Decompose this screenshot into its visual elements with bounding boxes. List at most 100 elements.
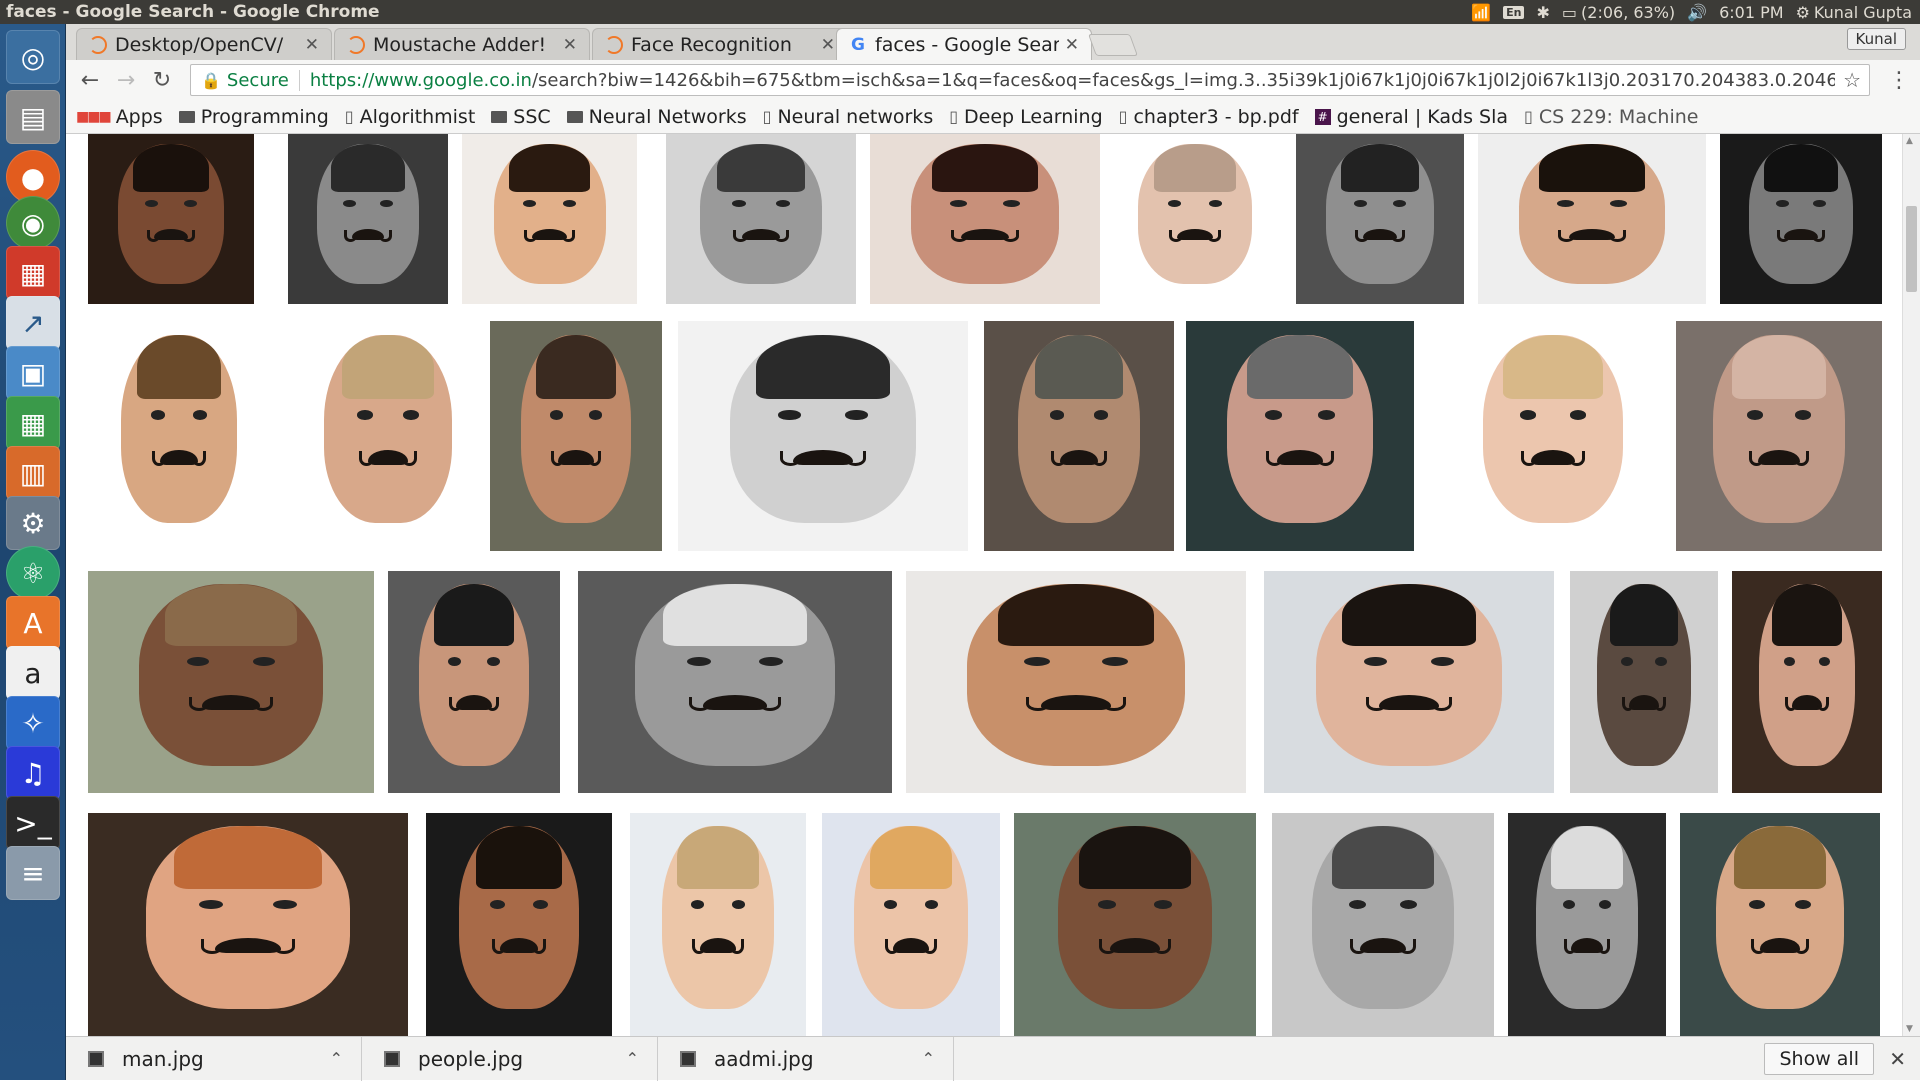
image-result-thumbnail[interactable]: [88, 813, 408, 1036]
system-monitor-icon[interactable]: ↗: [6, 296, 60, 350]
bluetooth-icon[interactable]: ✱: [1536, 3, 1549, 22]
image-result-thumbnail[interactable]: [1478, 134, 1706, 304]
settings-icon[interactable]: ⚙: [6, 496, 60, 550]
image-result-thumbnail[interactable]: [426, 813, 612, 1036]
close-icon[interactable]: ✕: [1065, 35, 1079, 55]
app-store-icon[interactable]: A: [6, 596, 60, 650]
download-item[interactable]: man.jpg ⌃: [66, 1036, 362, 1081]
audacity-icon[interactable]: ♫: [6, 746, 60, 800]
image-result-thumbnail[interactable]: [88, 321, 270, 551]
image-result-thumbnail[interactable]: [88, 134, 254, 304]
reload-button[interactable]: ↻: [144, 62, 180, 98]
bookmark-programming[interactable]: Programming: [178, 106, 329, 128]
mustache-overlay: [1622, 695, 1667, 711]
image-result-thumbnail[interactable]: [1106, 134, 1284, 304]
menu-icon[interactable]: ⋮: [1888, 68, 1910, 93]
bookmark-cs229[interactable]: ▯ CS 229: Machine: [1524, 106, 1698, 128]
clock[interactable]: 6:01 PM: [1719, 3, 1783, 22]
image-result-thumbnail[interactable]: [906, 571, 1246, 793]
image-result-thumbnail[interactable]: [1264, 571, 1554, 793]
bookmark-chapter3-pdf[interactable]: ▯ chapter3 - bp.pdf: [1119, 106, 1299, 128]
bookmark-apps[interactable]: ■■■ Apps: [76, 106, 163, 128]
image-result-thumbnail[interactable]: [1014, 813, 1256, 1036]
tab-google-search[interactable]: G faces - Google Sear ✕: [836, 28, 1092, 60]
tab-opencv[interactable]: Desktop/OpenCV/ ✕: [76, 28, 332, 60]
software-tiles-icon[interactable]: ▦: [6, 246, 60, 300]
chevron-up-icon[interactable]: ⌃: [922, 1049, 935, 1068]
download-item[interactable]: people.jpg ⌃: [362, 1036, 658, 1081]
image-result-thumbnail[interactable]: [462, 134, 637, 304]
close-icon[interactable]: ✕: [305, 35, 319, 55]
face-shape: [1018, 334, 1140, 524]
forward-button[interactable]: →: [108, 62, 144, 98]
chevron-up-icon[interactable]: ⌃: [330, 1049, 343, 1068]
bookmark-neural-networks-page[interactable]: ▯ Neural networks: [763, 106, 934, 128]
bookmark-deep-learning[interactable]: ▯ Deep Learning: [949, 106, 1102, 128]
download-item[interactable]: aadmi.jpg ⌃: [658, 1036, 954, 1081]
close-icon[interactable]: ✕: [1889, 1047, 1906, 1071]
bookmark-slack-general[interactable]: # general | Kads Sla: [1314, 106, 1508, 128]
image-result-thumbnail[interactable]: [1296, 134, 1464, 304]
files-icon[interactable]: ▤: [6, 90, 60, 144]
image-result-thumbnail[interactable]: [984, 321, 1174, 551]
presentation-icon[interactable]: ▥: [6, 446, 60, 500]
profile-button[interactable]: Kunal: [1846, 28, 1906, 50]
tab-face-recognition[interactable]: Face Recognition ✕: [592, 28, 848, 60]
image-result-thumbnail[interactable]: [288, 134, 448, 304]
image-result-thumbnail[interactable]: [678, 321, 968, 551]
image-result-thumbnail[interactable]: [1272, 813, 1494, 1036]
show-all-button[interactable]: Show all: [1764, 1043, 1874, 1075]
terminal-icon[interactable]: >_: [6, 796, 60, 850]
scroll-up-icon[interactable]: ▲: [1906, 136, 1913, 146]
image-result-thumbnail[interactable]: [1720, 134, 1882, 304]
close-icon[interactable]: ✕: [563, 35, 577, 55]
image-result-thumbnail[interactable]: [1508, 813, 1666, 1036]
face-shape: [324, 334, 452, 524]
bookmark-ssc[interactable]: SSC: [491, 106, 551, 128]
back-button[interactable]: ←: [72, 62, 108, 98]
image-result-thumbnail[interactable]: [1680, 813, 1880, 1036]
image-result-thumbnail[interactable]: [490, 321, 662, 551]
amazon-icon[interactable]: a: [6, 646, 60, 700]
url-text[interactable]: https://www.google.co.in/search?biw=1426…: [310, 70, 1835, 91]
bookmark-neural-networks-folder[interactable]: Neural Networks: [566, 106, 747, 128]
secure-label[interactable]: Secure: [227, 69, 300, 91]
image-result-thumbnail[interactable]: [1570, 571, 1718, 793]
downloads-bar: man.jpg ⌃ people.jpg ⌃ aadmi.jpg ⌃ Show …: [66, 1036, 1920, 1081]
bookmark-algorithmist[interactable]: ▯ Algorithmist: [345, 106, 476, 128]
close-icon[interactable]: ✕: [821, 35, 835, 55]
battery-indicator[interactable]: ▭ (2:06, 63%): [1562, 3, 1675, 22]
image-result-thumbnail[interactable]: [1732, 571, 1882, 793]
image-result-thumbnail[interactable]: [870, 134, 1100, 304]
workspaces-icon[interactable]: ≡: [6, 846, 60, 900]
atom-icon[interactable]: ⚛: [6, 546, 60, 600]
image-result-thumbnail[interactable]: [388, 571, 560, 793]
scrollbar-thumb[interactable]: [1906, 206, 1917, 292]
eye-shape: [1002, 199, 1021, 207]
kdevelop-icon[interactable]: ✧: [6, 696, 60, 750]
spreadsheet-icon[interactable]: ▦: [6, 396, 60, 450]
image-result-thumbnail[interactable]: [578, 571, 892, 793]
scroll-down-icon[interactable]: ▼: [1906, 1024, 1913, 1034]
page-scrollbar[interactable]: ▲ ▼: [1902, 134, 1920, 1036]
chevron-up-icon[interactable]: ⌃: [626, 1049, 639, 1068]
image-viewer-icon[interactable]: ▣: [6, 346, 60, 400]
image-result-thumbnail[interactable]: [1676, 321, 1882, 551]
dash-icon[interactable]: ◎: [6, 30, 60, 84]
new-tab-button[interactable]: [1087, 34, 1139, 56]
chrome-icon[interactable]: ◉: [6, 196, 60, 250]
image-result-thumbnail[interactable]: [666, 134, 856, 304]
image-result-thumbnail[interactable]: [88, 571, 374, 793]
keyboard-layout-indicator[interactable]: En: [1503, 5, 1525, 19]
tab-moustache-adder[interactable]: Moustache Adder! ✕: [334, 28, 590, 60]
image-result-thumbnail[interactable]: [630, 813, 806, 1036]
user-menu[interactable]: ⚙ Kunal Gupta: [1796, 3, 1912, 22]
image-result-thumbnail[interactable]: [1444, 321, 1662, 551]
bookmark-star-icon[interactable]: ☆: [1843, 68, 1861, 92]
image-result-thumbnail[interactable]: [288, 321, 488, 551]
wifi-icon[interactable]: 📶: [1471, 3, 1491, 22]
image-result-thumbnail[interactable]: [1186, 321, 1414, 551]
address-bar[interactable]: 🔒 Secure https://www.google.co.in/search…: [190, 64, 1870, 96]
image-result-thumbnail[interactable]: [822, 813, 1000, 1036]
volume-icon[interactable]: 🔊: [1687, 3, 1707, 22]
